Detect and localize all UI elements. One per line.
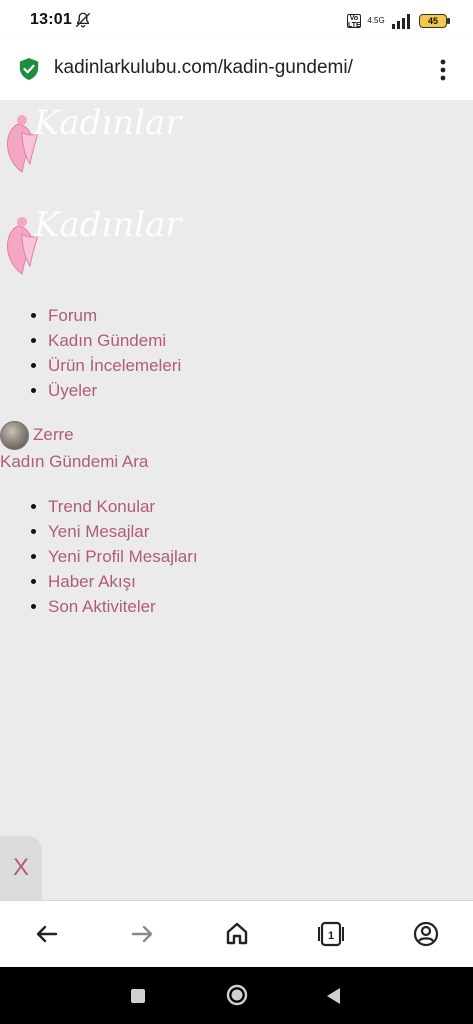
kebab-menu-icon[interactable] [433, 56, 453, 84]
avatar[interactable] [0, 420, 29, 450]
close-button[interactable]: X [0, 836, 42, 900]
system-nav-bar [0, 967, 473, 1024]
nav-item-uyeler: Üyeler [48, 378, 181, 403]
site-logo[interactable]: Kadınlar Kulübü [0, 102, 190, 182]
shield-check-icon[interactable] [18, 57, 40, 81]
nav-link-forum[interactable]: Forum [48, 306, 97, 325]
system-back-icon[interactable] [324, 986, 342, 1006]
subnav-item-trend: Trend Konular [48, 494, 198, 519]
battery-icon: 45 [419, 14, 450, 28]
recents-icon[interactable] [131, 989, 145, 1003]
nav-link-kadin-gundemi[interactable]: Kadın Gündemi [48, 331, 166, 350]
subnav-item-haber-akisi: Haber Akışı [48, 569, 198, 594]
subnav-link-haber-akisi[interactable]: Haber Akışı [48, 572, 136, 591]
status-indicators: Vo LTE 4.5G 45 [347, 10, 450, 32]
status-bar: 13:01 Vo LTE 4.5G 45 [0, 0, 473, 40]
user-row[interactable]: Zerre [0, 420, 74, 450]
volte-icon: Vo LTE [347, 14, 361, 29]
nav-link-urun-incelemeleri[interactable]: Ürün İncelemeleri [48, 356, 181, 375]
nav-link-uyeler[interactable]: Üyeler [48, 381, 97, 400]
account-circle-icon[interactable] [411, 919, 441, 949]
arrow-right-icon[interactable] [127, 919, 157, 949]
user-name-link[interactable]: Zerre [33, 425, 74, 445]
url-text[interactable]: kadinlarkulubu.com/kadin-gundemi/ [54, 57, 353, 79]
nav-item-forum: Forum [48, 303, 181, 328]
subnav-link-son-aktiviteler[interactable]: Son Aktiviteler [48, 597, 156, 616]
home-icon[interactable] [222, 919, 252, 949]
subnav-link-trend-konular[interactable]: Trend Konular [48, 497, 155, 516]
status-time: 13:01 [30, 11, 72, 28]
signal-icon [392, 14, 410, 29]
svg-text:Kadınlar Kulübü: Kadınlar Kulübü [33, 103, 190, 143]
subnav-link-yeni-mesajlar[interactable]: Yeni Mesajlar [48, 522, 149, 541]
system-home-icon[interactable] [226, 984, 248, 1006]
secondary-nav-list: Trend Konular Yeni Mesajlar Yeni Profil … [0, 494, 198, 619]
nav-item-urun-incelemeleri: Ürün İncelemeleri [48, 353, 181, 378]
subnav-link-yeni-profil-mesajlari[interactable]: Yeni Profil Mesajları [48, 547, 198, 566]
url-bar: kadinlarkulubu.com/kadin-gundemi/ [0, 40, 473, 100]
page-content: Kadınlar Kulübü Kadınlar Kulübü Forum Ka… [0, 100, 473, 900]
subnav-item-yeni-profil-mesajlari: Yeni Profil Mesajları [48, 544, 198, 569]
arrow-left-icon[interactable] [32, 919, 62, 949]
browser-toolbar: 1 [0, 900, 473, 967]
svg-text:1: 1 [328, 930, 334, 942]
notifications-off-icon [75, 12, 91, 28]
nav-item-kadin-gundemi: Kadın Gündemi [48, 328, 181, 353]
svg-text:Kadınlar Kulübü: Kadınlar Kulübü [33, 205, 190, 245]
search-link[interactable]: Kadın Gündemi Ara [0, 452, 148, 472]
subnav-item-son-aktiviteler: Son Aktiviteler [48, 594, 198, 619]
network-generation: 4.5G [367, 16, 385, 25]
site-logo-secondary[interactable]: Kadınlar Kulübü [0, 204, 190, 284]
main-nav-list: Forum Kadın Gündemi Ürün İncelemeleri Üy… [0, 303, 181, 403]
tab-switcher-icon[interactable]: 1 [316, 919, 346, 949]
subnav-item-yeni-mesajlar: Yeni Mesajlar [48, 519, 198, 544]
